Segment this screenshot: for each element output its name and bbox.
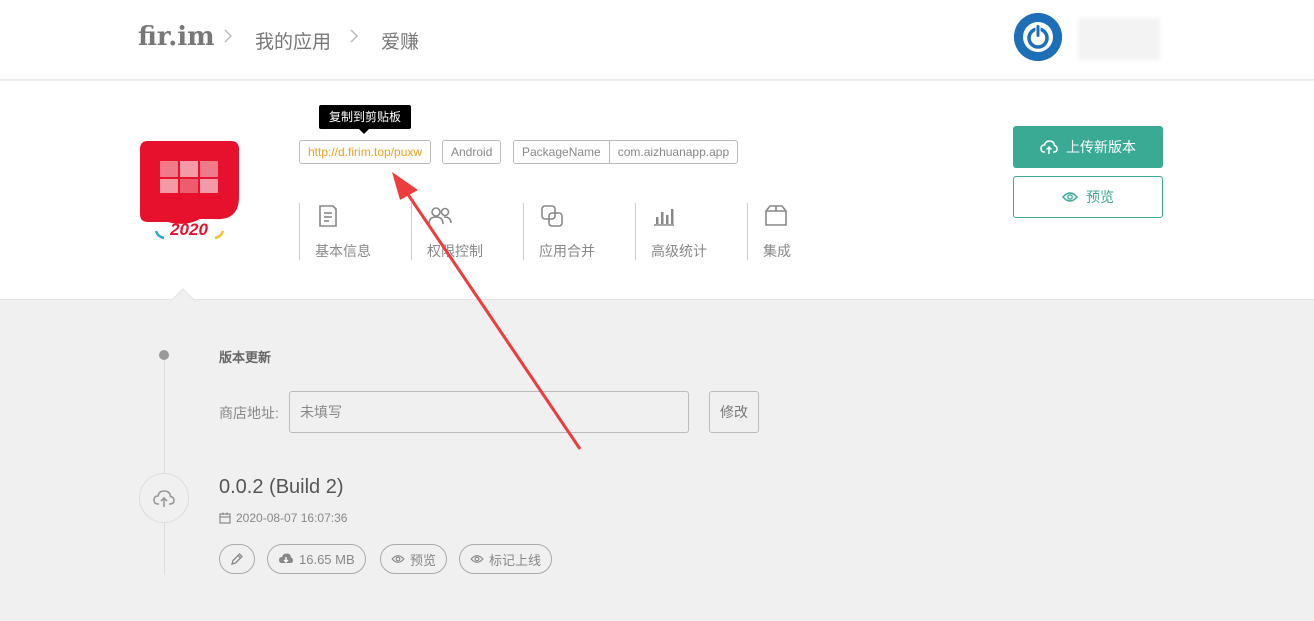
nav-basic-info[interactable]: 基本信息 [299,203,411,260]
version-preview-button[interactable]: 预览 [380,544,448,574]
document-icon [319,205,337,227]
nav-label: 应用合并 [539,243,595,259]
store-address-label: 商店地址: [219,405,279,421]
logo[interactable]: fir.im [138,22,215,52]
nav-label: 基本信息 [315,243,371,259]
eye-icon [391,555,405,563]
mark-online-label: 标记上线 [489,552,542,568]
edit-store-button[interactable]: 修改 [709,391,759,433]
version-date: 2020-08-07 16:07:36 [219,511,347,525]
store-address-input[interactable] [289,391,689,433]
bar-chart-icon [654,209,674,226]
upload-new-version-button[interactable]: 上传新版本 [1013,126,1163,168]
breadcrumb-my-apps[interactable]: 我的应用 [255,27,331,54]
preview-button[interactable]: 预览 [1013,176,1163,218]
chevron-right-icon [223,26,233,46]
timeline-dot [159,350,169,360]
platform-tag: Android [442,140,502,164]
user-name-blurred[interactable] [1078,18,1160,60]
nav-permissions[interactable]: 权限控制 [411,203,523,260]
users-icon [428,207,452,225]
box-icon [765,205,787,226]
timeline-line [164,355,165,575]
nav-advanced-stats[interactable]: 高级统计 [635,203,747,260]
copy-tooltip: 复制到剪贴板 [319,105,412,134]
svg-text:2020: 2020 [169,220,208,239]
calendar-icon [219,512,231,524]
section-title-version-update: 版本更新 [219,350,272,365]
nav-label: 高级统计 [651,243,707,259]
file-size: 16.65 MB [299,551,355,567]
edit-version-button[interactable] [219,544,255,574]
download-size-button[interactable]: 16.65 MB [267,544,366,574]
package-key: PackageName [514,141,610,163]
eye-icon [1062,192,1078,202]
user-avatar[interactable] [1014,13,1062,61]
cloud-upload-icon [153,490,175,507]
app-icon: 2020 [138,139,241,242]
package-name-tag: PackageName com.aizhuanapp.app [513,140,739,164]
short-link-tag[interactable]: http://d.firim.top/puxw [299,140,432,164]
power-icon [1014,13,1062,61]
nav-label: 权限控制 [427,243,483,259]
package-value: com.aizhuanapp.app [617,145,730,159]
cloud-download-icon [279,553,293,563]
upload-label: 上传新版本 [1066,139,1136,155]
version-title: 0.0.2 (Build 2) [219,476,344,498]
pencil-icon [231,553,243,565]
eye-icon [470,555,484,563]
breadcrumb-current-app: 爱赚 [381,32,420,53]
top-header: fir.im 我的应用 爱赚 [0,0,1314,80]
nav-label: 集成 [763,243,791,259]
cloud-upload-icon [1040,140,1058,154]
preview-label: 预览 [1086,189,1114,205]
version-date-text: 2020-08-07 16:07:36 [236,511,348,525]
version-preview-label: 预览 [410,552,437,568]
merge-icon [541,205,563,227]
timeline-upload-marker [139,473,189,523]
mark-online-button[interactable]: 标记上线 [459,544,553,574]
chevron-right-icon [349,26,359,46]
nav-app-merge[interactable]: 应用合并 [523,203,635,260]
nav-integration[interactable]: 集成 [747,203,859,260]
